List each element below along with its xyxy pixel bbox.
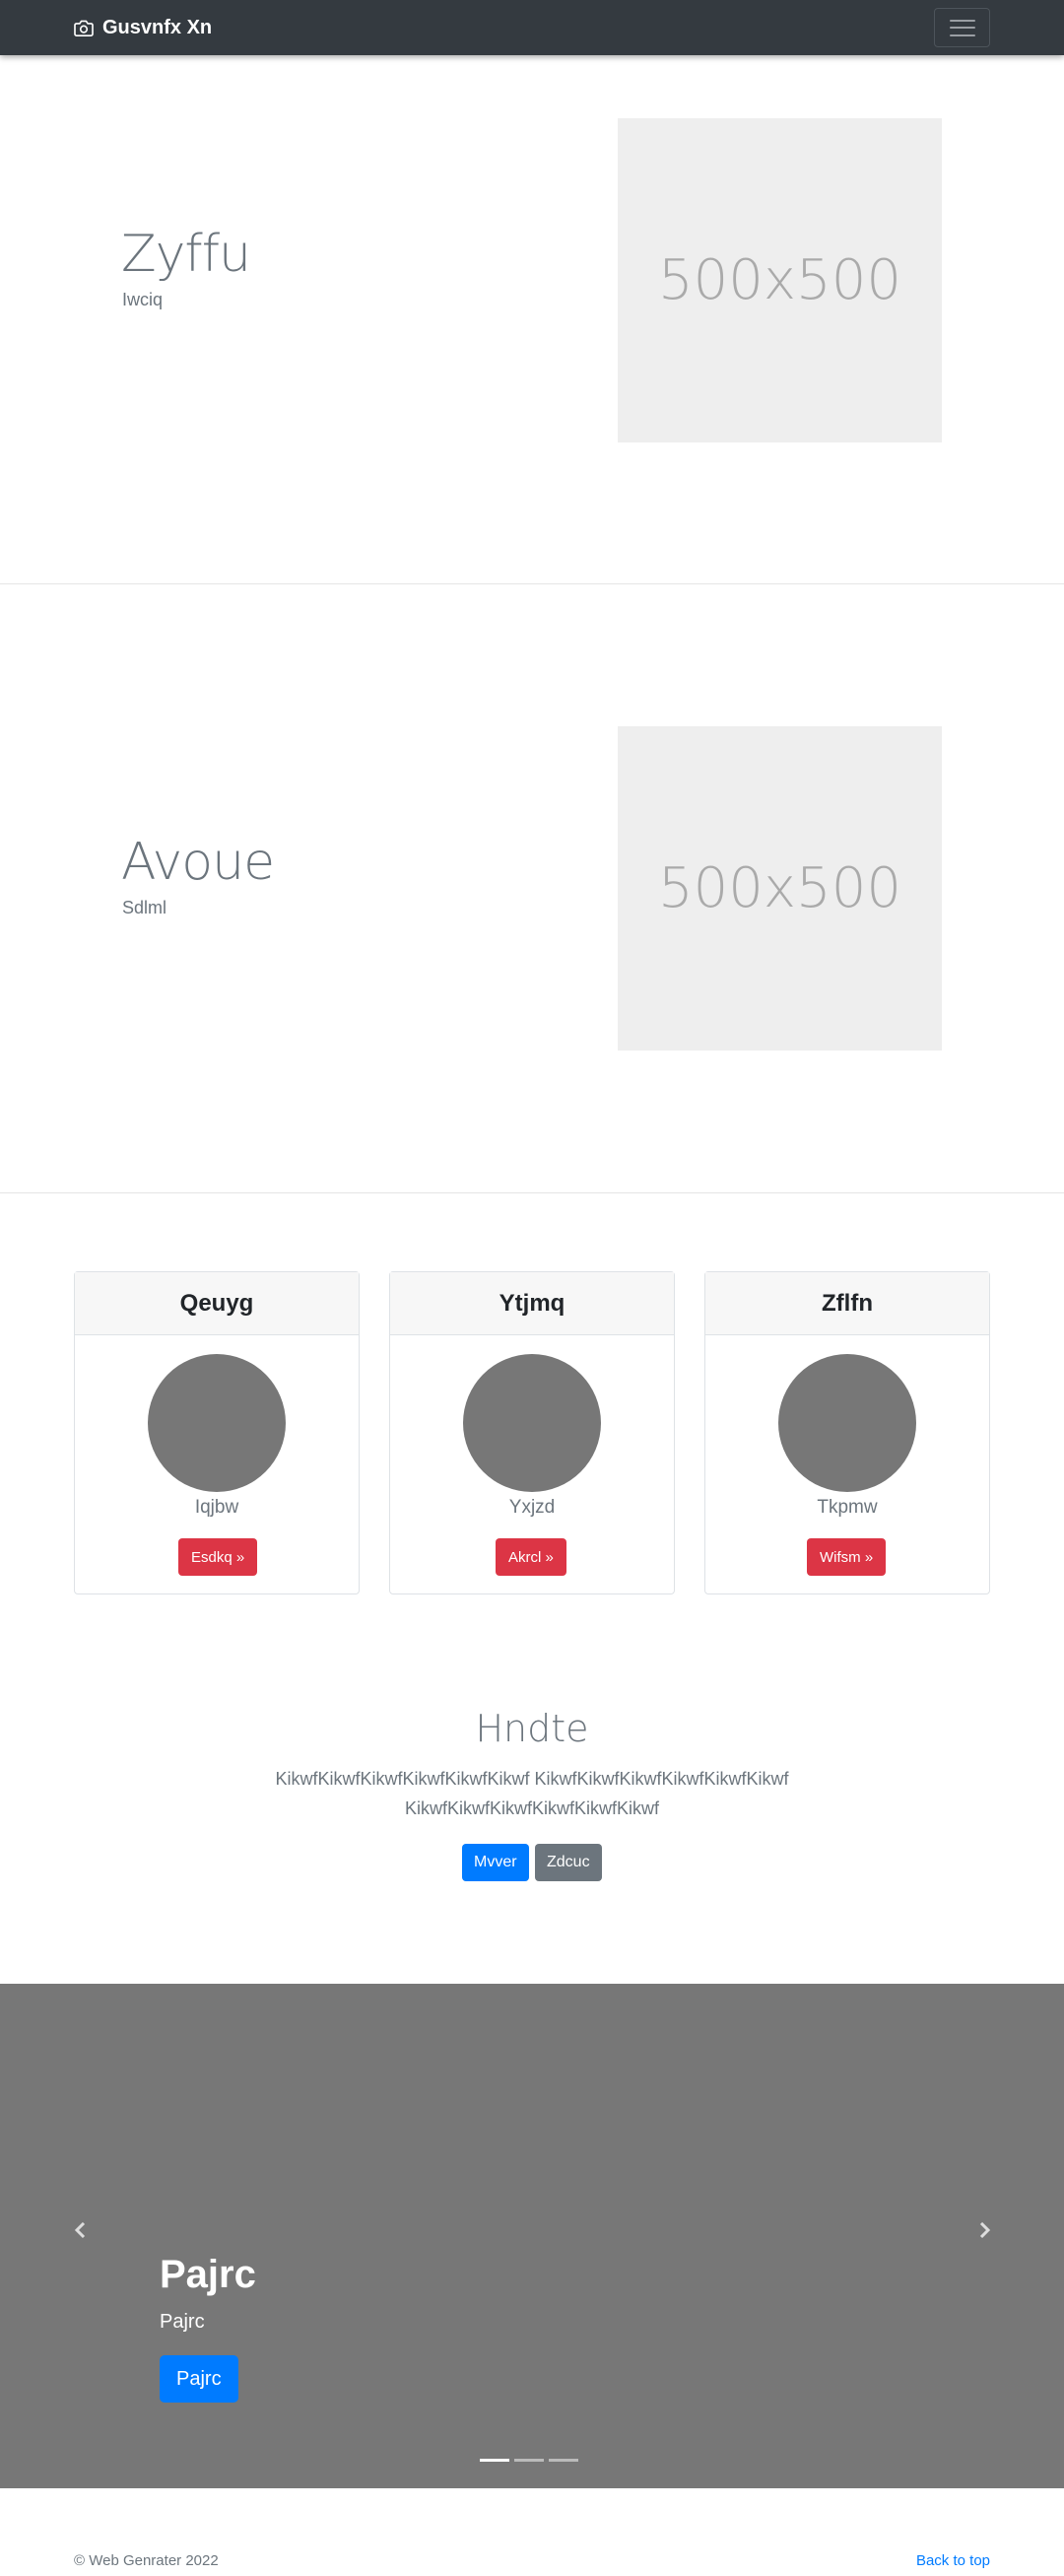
avatar: [463, 1354, 601, 1492]
card-action-button[interactable]: Wifsm »: [807, 1538, 887, 1576]
card-name: Yxjzd: [508, 1497, 556, 1518]
section-divider: [0, 1192, 1064, 1193]
card-header: Ytjmq: [390, 1272, 674, 1335]
feature-title: Avoue: [121, 833, 275, 892]
carousel-prev-button[interactable]: [67, 2216, 95, 2244]
feature-image-placeholder: 500x500: [618, 118, 942, 442]
placeholder-label: 500x500: [658, 856, 901, 920]
navbar-brand[interactable]: Gusvnfx Xn: [74, 0, 212, 55]
carousel: Pajrc Pajrc Pajrc: [0, 1984, 1064, 2488]
back-to-top-link[interactable]: Back to top: [916, 2552, 990, 2569]
carousel-next-button[interactable]: [970, 2216, 998, 2244]
feature-section-2: Avoue Sdlml 500x500: [0, 584, 1064, 1192]
chevron-left-icon: [74, 2222, 86, 2238]
feature-section-1: Zyffu Iwciq 500x500: [0, 55, 1064, 583]
carousel-caption-text: Pajrc: [160, 2311, 205, 2333]
avatar: [148, 1354, 286, 1492]
navbar-toggler-button[interactable]: [934, 8, 990, 47]
carousel-indicator[interactable]: [480, 2459, 509, 2462]
carousel-indicator[interactable]: [514, 2459, 544, 2462]
card-action-button[interactable]: Akrcl »: [496, 1538, 566, 1576]
cta-lead: KikwfKikwfKikwfKikwfKikwfKikwf KikwfKikw…: [275, 1769, 789, 1818]
brand-label: Gusvnfx Xn: [102, 16, 213, 38]
carousel-indicators: [480, 2459, 578, 2462]
cta-secondary-button[interactable]: Zdcuc: [535, 1844, 602, 1881]
card-header: Zflfn: [705, 1272, 989, 1335]
footer-copyright: © Web Genrater 2022: [74, 2552, 219, 2569]
placeholder-label: 500x500: [658, 248, 901, 312]
camera-icon: [74, 20, 94, 36]
profile-card: Ytjmq Yxjzd Akrcl »: [389, 1271, 675, 1594]
feature-title: Zyffu: [121, 225, 251, 284]
card-name: Iqjbw: [194, 1497, 239, 1518]
avatar: [778, 1354, 916, 1492]
carousel-caption-title: Pajrc: [160, 2253, 256, 2296]
card-header: Qeuyg: [75, 1272, 359, 1335]
card-action-button[interactable]: Esdkq »: [178, 1538, 258, 1576]
feature-image-placeholder: 500x500: [618, 726, 942, 1051]
card-name: Tkpmw: [817, 1497, 878, 1518]
hamburger-menu-icon: [949, 19, 975, 36]
cta-title: Hndte: [475, 1707, 589, 1750]
navbar: Gusvnfx Xn: [0, 0, 1064, 55]
carousel-indicator[interactable]: [549, 2459, 578, 2462]
profile-card: Zflfn Tkpmw Wifsm »: [704, 1271, 990, 1594]
feature-subtitle: Iwciq: [122, 290, 164, 309]
profile-card: Qeuyg Iqjbw Esdkq »: [74, 1271, 360, 1594]
feature-subtitle: Sdlml: [122, 898, 167, 917]
cta-primary-button[interactable]: Mvver: [462, 1844, 529, 1881]
carousel-caption-button[interactable]: Pajrc: [160, 2355, 238, 2403]
chevron-right-icon: [979, 2222, 991, 2238]
